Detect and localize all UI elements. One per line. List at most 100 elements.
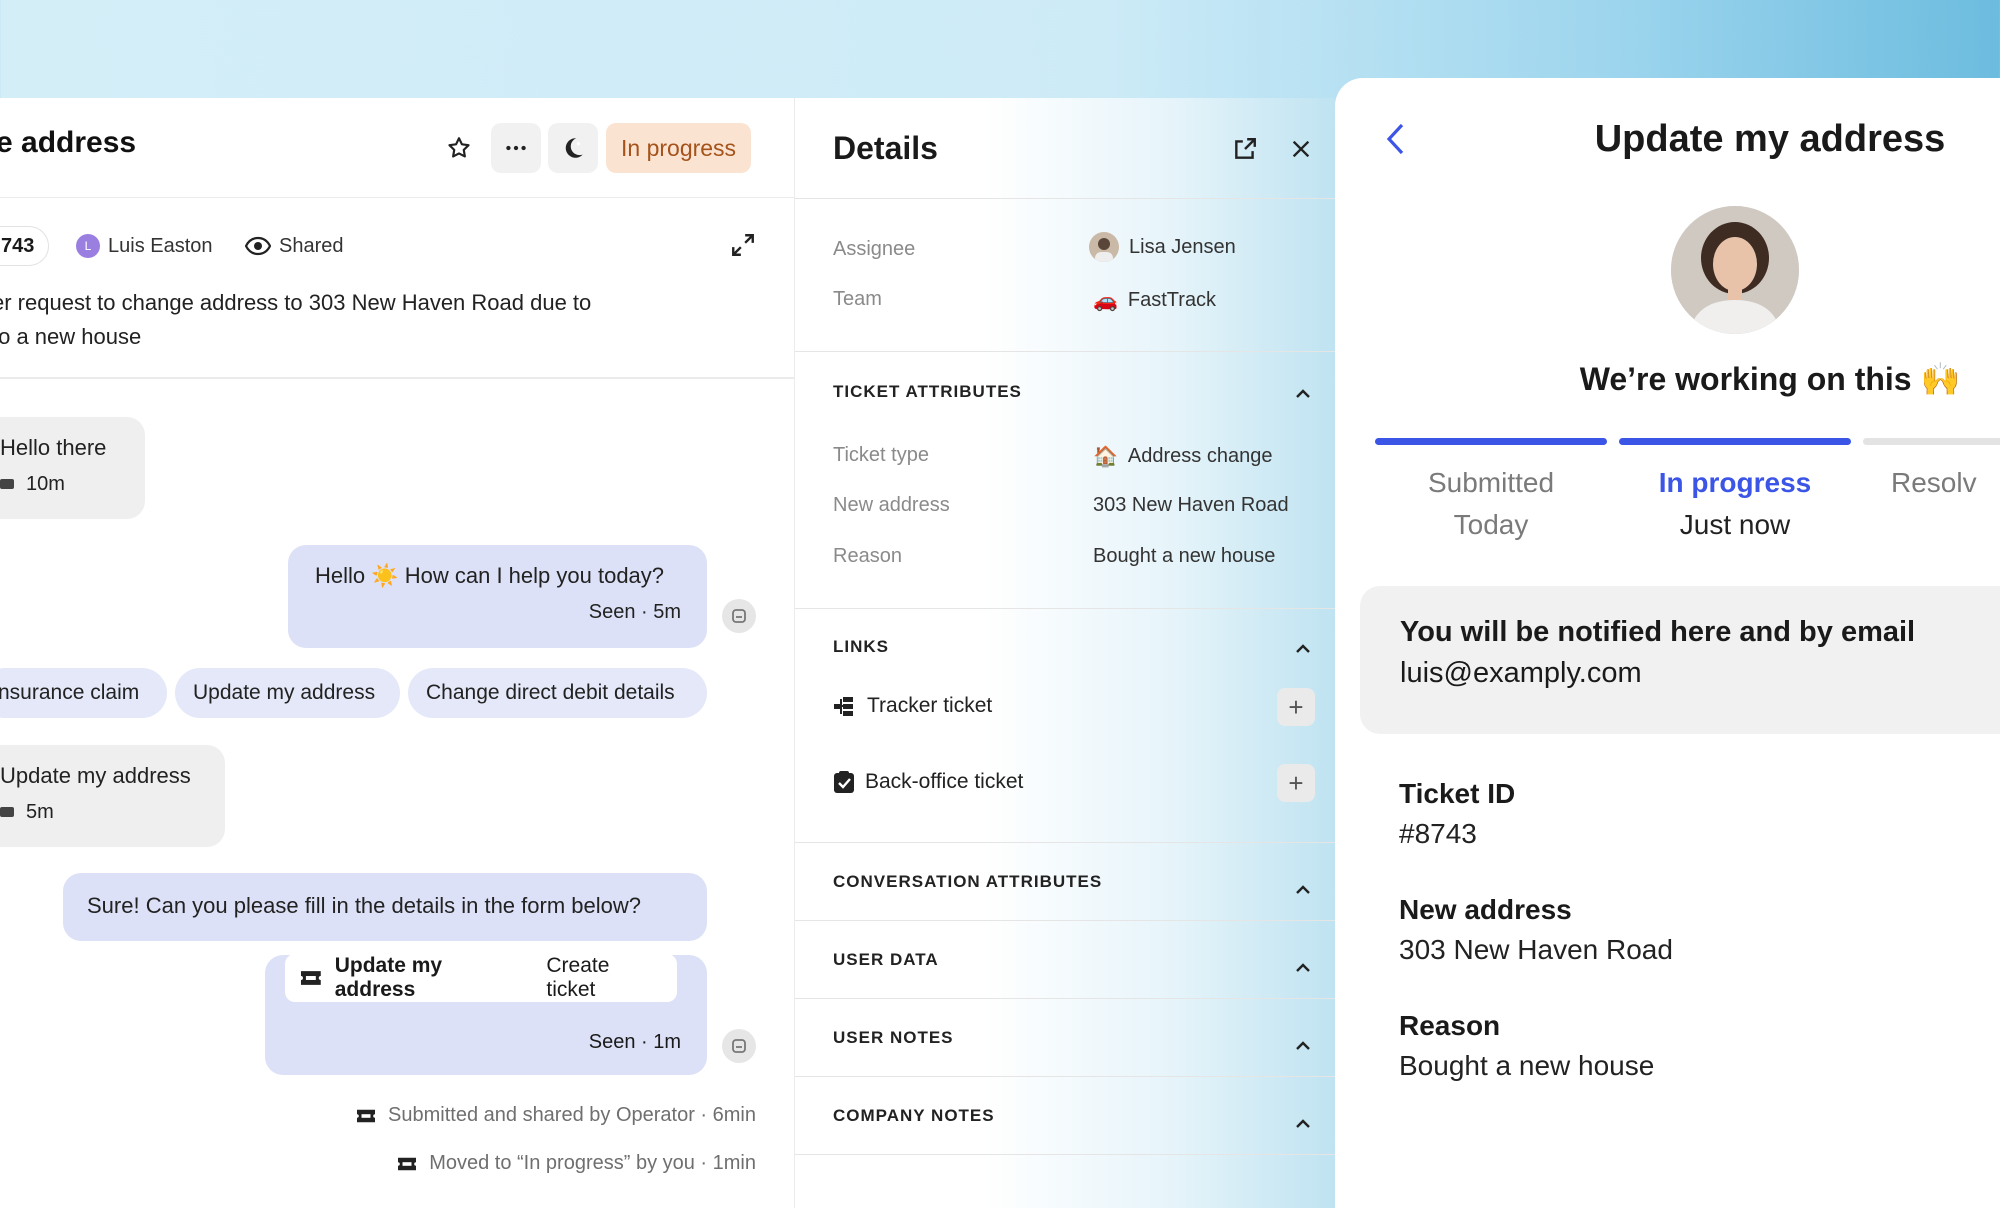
event-log-item: Submitted and shared by Operator · 6min (354, 1104, 756, 1127)
quick-reply-chip[interactable]: nsurance claim (0, 668, 167, 718)
back-button[interactable] (1385, 122, 1405, 161)
progress-segment (1375, 438, 1607, 445)
divider (795, 998, 1335, 999)
divider (795, 842, 1335, 843)
divider (795, 608, 1335, 609)
snooze-button[interactable] (548, 123, 598, 173)
message-text: Update my address (0, 763, 191, 788)
event-log-item: Moved to “In progress” by you · 1min (395, 1152, 756, 1175)
progress-segment (1619, 438, 1851, 445)
conversation-attributes-heading[interactable]: CONVERSATION ATTRIBUTES (833, 872, 1102, 892)
tracker-ticket-link[interactable]: Tracker ticket (833, 694, 992, 718)
conversation-title: te address (0, 126, 137, 159)
close-button[interactable] (1290, 138, 1312, 165)
step-date: Just now (1679, 509, 1791, 540)
tracker-ticket-label: Tracker ticket (867, 694, 993, 717)
clipboard-check-icon (834, 771, 854, 793)
step-label: In progress (1658, 467, 1812, 498)
field-value: 303 New Haven Road (1399, 934, 1673, 965)
ticket-type-value[interactable]: 🏠 Address change (1093, 444, 1272, 469)
new-address-field: New address 303 New Haven Road (1399, 894, 1673, 966)
house-icon: 🏠 (1093, 446, 1118, 468)
divider (795, 351, 1335, 352)
assignee-value[interactable]: Lisa Jensen (1089, 232, 1236, 262)
links-heading[interactable]: LINKS (833, 637, 889, 657)
quick-reply-chip[interactable]: Change direct debit details (408, 668, 707, 718)
moon-icon (565, 138, 583, 158)
message-time: 10m (26, 473, 65, 495)
message-meta: Seen · 5m (588, 601, 681, 623)
conversation-header: te address In progress (0, 98, 794, 198)
agent-avatar (1671, 206, 1799, 334)
chat-icon (0, 806, 14, 817)
ticket-type-label: Ticket type (833, 444, 929, 466)
create-ticket-link[interactable]: Create ticket (546, 954, 663, 1002)
event-text: Submitted and shared by Operator · 6min (388, 1104, 756, 1126)
team-value[interactable]: 🚗 FastTrack (1093, 288, 1216, 313)
conversation-meta: 743 L Luis Easton Shared (0, 226, 794, 266)
car-icon: 🚗 (1093, 290, 1118, 312)
ticket-id-field: Ticket ID #8743 (1399, 778, 1515, 850)
add-tracker-ticket-button[interactable]: + (1277, 688, 1315, 726)
tracker-icon (834, 697, 853, 716)
team-label: Team (833, 288, 882, 310)
close-icon (1292, 140, 1310, 158)
seen-status-icon (722, 1029, 756, 1063)
star-button[interactable] (434, 123, 484, 173)
chevron-up-icon[interactable] (1293, 639, 1313, 659)
ticket-attributes-heading[interactable]: TICKET ATTRIBUTES (833, 382, 1022, 402)
ticket-icon (398, 1157, 417, 1170)
plus-icon: + (1288, 767, 1304, 798)
message-meta: Seen · 1m (588, 1031, 681, 1053)
user-data-heading[interactable]: USER DATA (833, 950, 939, 970)
event-text: Moved to “In progress” by you · 1min (429, 1152, 756, 1174)
reason-value[interactable]: Bought a new house (1093, 545, 1275, 568)
visibility-indicator[interactable]: Shared (245, 226, 344, 266)
chevron-up-icon[interactable] (1293, 384, 1313, 404)
ticket-id-chip[interactable]: 743 (0, 226, 50, 266)
new-address-value[interactable]: 303 New Haven Road (1093, 494, 1289, 517)
quick-reply-chip[interactable]: Update my address (175, 668, 400, 718)
step-date: Today (1453, 509, 1529, 540)
progress-step-submitted: Submitted Today (1371, 462, 1611, 546)
ticket-icon (300, 971, 321, 985)
status-badge[interactable]: In progress (606, 123, 752, 173)
backoffice-ticket-link[interactable]: Back-office ticket (833, 770, 1023, 794)
message-meta: 5m (0, 801, 225, 824)
status-message: We’re working on this 🙌 (1579, 361, 1961, 397)
message-meta: 10m (0, 473, 145, 496)
assignee-name: Lisa Jensen (1129, 235, 1236, 258)
chevron-up-icon[interactable] (1293, 958, 1313, 978)
field-label: Ticket ID (1399, 778, 1516, 809)
details-panel: Details Assignee Lisa Jensen Team 🚗 Fast… (795, 98, 1335, 1208)
message-time: 5m (26, 801, 54, 823)
ticket-form-card[interactable]: Update my address Create ticket (285, 954, 677, 1002)
author[interactable]: L Luis Easton (76, 226, 213, 266)
notification-email: luis@examply.com (1400, 657, 1642, 689)
description-line: er request to change address to 303 New … (0, 290, 592, 315)
chevron-up-icon[interactable] (1293, 880, 1313, 900)
expand-button[interactable] (730, 232, 756, 263)
chevron-up-icon[interactable] (1293, 1036, 1313, 1056)
team-name: FastTrack (1127, 289, 1217, 311)
add-backoffice-ticket-button[interactable]: + (1277, 764, 1315, 802)
reason-label: Reason (833, 545, 902, 567)
message-bubble-agent: Hello ☀️ How can I help you today? Seen … (288, 545, 707, 648)
eye-icon (245, 236, 271, 256)
notification-title: You will be notified here and by email (1400, 616, 1916, 648)
more-options-button[interactable] (491, 123, 541, 173)
progress-step-resolved: Resolv (1855, 462, 2000, 504)
user-notes-heading[interactable]: USER NOTES (833, 1028, 954, 1048)
open-external-button[interactable] (1232, 136, 1258, 167)
author-name: Luis Easton (108, 234, 213, 257)
avatar: L (76, 234, 100, 258)
seen-status-icon (722, 599, 756, 633)
ticket-form-title: Update my address (334, 954, 443, 1001)
notification-card: You will be notified here and by email l… (1360, 586, 2000, 734)
field-value: Bought a new house (1399, 1050, 1655, 1081)
chevron-up-icon[interactable] (1293, 1114, 1313, 1134)
progress-segment (1863, 438, 2000, 445)
visibility-label: Shared (279, 234, 344, 257)
company-notes-heading[interactable]: COMPANY NOTES (833, 1106, 995, 1126)
messenger-title: Update my address (1594, 118, 1946, 160)
